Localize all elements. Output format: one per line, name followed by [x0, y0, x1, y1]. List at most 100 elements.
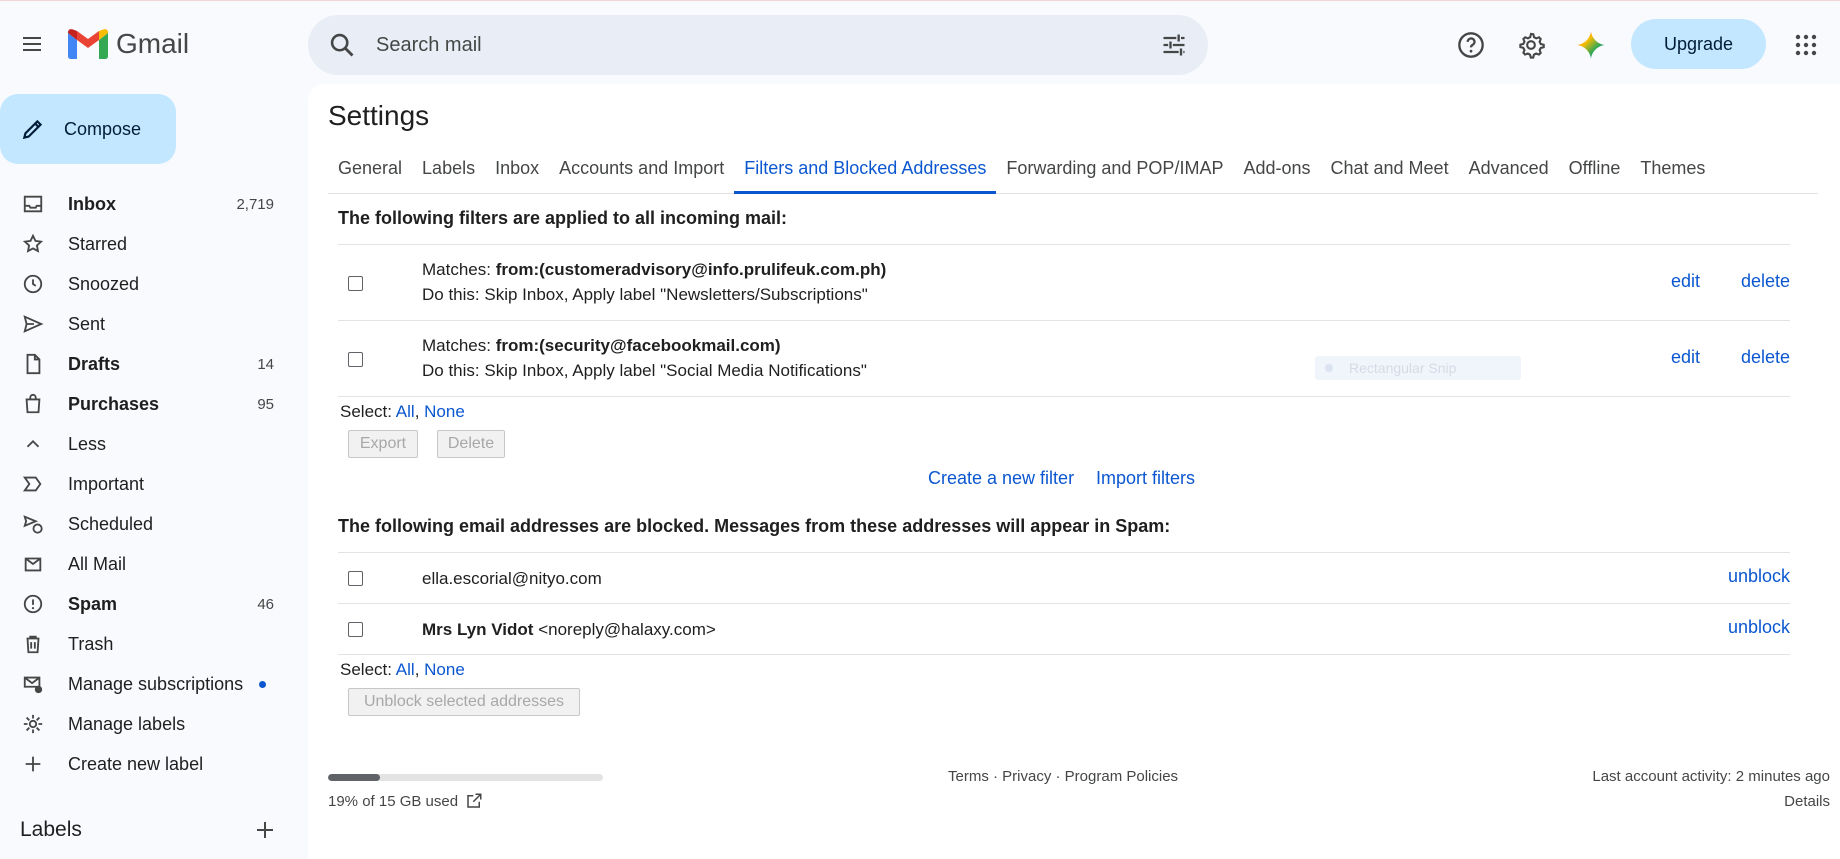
settings-gear-icon[interactable] — [1516, 30, 1546, 60]
filter-description: Matches: from:(customeradvisory@info.pru… — [422, 257, 886, 307]
select-none-link[interactable]: None — [424, 402, 465, 421]
unblock-selected-button[interactable]: Unblock selected addresses — [348, 688, 580, 716]
unblock-link[interactable]: unblock — [1728, 617, 1790, 638]
scheduled-send-icon — [23, 515, 43, 534]
select-label: Select: — [340, 660, 392, 679]
tab-accounts-and-import[interactable]: Accounts and Import — [549, 150, 734, 194]
filters-select-line: Select: All, None — [340, 402, 465, 421]
snip-label: Rectangular Snip — [1349, 360, 1457, 376]
sidebar-item-all-mail[interactable]: All Mail — [0, 544, 290, 584]
pencil-icon — [22, 119, 43, 140]
sidebar-item-spam[interactable]: Spam 46 — [0, 584, 290, 624]
tab-inbox[interactable]: Inbox — [485, 150, 549, 194]
sidebar-item-count: 95 — [257, 395, 274, 413]
filter-action: Do this: Skip Inbox, Apply label "Social… — [422, 361, 867, 380]
select-none-link[interactable]: None — [424, 660, 465, 679]
help-icon[interactable] — [1456, 30, 1486, 60]
compose-button[interactable]: Compose — [0, 94, 176, 164]
unblock-link[interactable]: unblock — [1728, 566, 1790, 587]
sidebar-item-trash[interactable]: Trash — [0, 624, 290, 664]
hamburger-icon — [23, 37, 41, 51]
sidebar-item-label: Manage subscriptions — [68, 673, 244, 694]
sidebar-item-drafts[interactable]: Drafts 14 — [0, 344, 290, 384]
gmail-logo[interactable]: Gmail — [68, 26, 189, 62]
create-filter-link[interactable]: Create a new filter — [928, 468, 1074, 489]
tab-chat-and-meet[interactable]: Chat and Meet — [1321, 150, 1459, 194]
sidebar-item-label: Sent — [68, 313, 106, 334]
sidebar-item-label: Create new label — [68, 753, 204, 774]
clock-icon — [23, 274, 43, 294]
tab-general[interactable]: General — [328, 150, 412, 194]
sidebar-item-inbox[interactable]: Inbox 2,719 — [0, 184, 290, 224]
sidebar-item-label: Manage labels — [68, 713, 186, 734]
sidebar-item-label: Inbox — [68, 193, 116, 214]
search-input[interactable] — [376, 15, 1136, 75]
open-in-new-icon[interactable] — [465, 792, 483, 810]
plus-icon — [25, 756, 41, 772]
sidebar-item-manage-subscriptions[interactable]: Manage subscriptions — [0, 664, 290, 704]
tab-add-ons[interactable]: Add-ons — [1233, 150, 1320, 194]
sidebar-item-manage-labels[interactable]: Manage labels — [0, 704, 290, 744]
sidebar-item-important[interactable]: Important — [0, 464, 290, 504]
sidebar-item-label: Snoozed — [68, 273, 140, 294]
tab-forwarding-and-pop-imap[interactable]: Forwarding and POP/IMAP — [996, 150, 1233, 194]
main-menu-button[interactable] — [14, 26, 50, 62]
filter-row: Matches: from:(security@facebookmail.com… — [338, 320, 1790, 396]
filter-checkbox[interactable] — [348, 276, 363, 291]
app-name: Gmail — [116, 28, 190, 59]
export-button[interactable]: Export — [348, 430, 418, 458]
search-options-icon[interactable] — [1160, 31, 1188, 59]
sidebar-item-label: All Mail — [68, 553, 127, 574]
blocked-checkbox[interactable] — [348, 571, 363, 586]
all-mail-icon — [24, 557, 42, 572]
edit-filter-link[interactable]: edit — [1671, 271, 1700, 292]
tab-offline[interactable]: Offline — [1559, 150, 1631, 194]
tab-themes[interactable]: Themes — [1630, 150, 1715, 194]
gmail-m-icon — [68, 29, 108, 59]
filter-checkbox[interactable] — [348, 352, 363, 367]
delete-filter-link[interactable]: delete — [1741, 271, 1790, 292]
settings-panel: Settings General Labels Inbox Accounts and … — [308, 84, 1840, 859]
details-link[interactable]: Details — [1784, 793, 1830, 810]
blocked-header: The following email addresses are blocke… — [338, 516, 1171, 536]
sidebar-item-snoozed[interactable]: Snoozed — [0, 264, 290, 304]
snip-dot-icon — [1325, 364, 1333, 372]
draft-icon — [26, 353, 41, 375]
tab-labels[interactable]: Labels — [412, 150, 485, 194]
tab-advanced[interactable]: Advanced — [1459, 150, 1559, 194]
sidebar-item-create-new-label[interactable]: Create new label — [0, 744, 290, 784]
add-label-icon[interactable] — [255, 820, 275, 840]
search-icon[interactable] — [328, 31, 356, 59]
row-divider — [338, 396, 1790, 397]
sidebar-item-label: Drafts — [68, 353, 121, 374]
star-icon — [22, 233, 44, 253]
edit-filter-link[interactable]: edit — [1671, 347, 1700, 368]
filters-header: The following filters are applied to all… — [338, 208, 788, 228]
sidebar-item-sent[interactable]: Sent — [0, 304, 290, 344]
page-title: Settings — [328, 100, 430, 131]
sidebar-item-less[interactable]: Less — [0, 424, 290, 464]
select-all-link[interactable]: All — [396, 660, 415, 679]
google-apps-icon[interactable] — [1791, 30, 1821, 60]
sidebar-item-label: Trash — [68, 633, 114, 654]
search-bar[interactable] — [308, 15, 1208, 75]
delete-filter-link[interactable]: delete — [1741, 347, 1790, 368]
sidebar-item-starred[interactable]: Starred — [0, 224, 290, 264]
footer-links[interactable]: Terms · Privacy · Program Policies — [948, 768, 1178, 785]
gemini-sparkle-icon[interactable] — [1576, 30, 1606, 60]
sidebar-item-scheduled[interactable]: Scheduled — [0, 504, 290, 544]
blocked-row: Mrs Lyn Vidot <noreply@halaxy.com> unblo… — [338, 603, 1790, 654]
send-icon — [23, 315, 44, 333]
blocked-checkbox[interactable] — [348, 622, 363, 637]
sidebar-item-count: 14 — [257, 355, 274, 373]
import-filters-link[interactable]: Import filters — [1096, 468, 1195, 489]
sidebar-item-label: Spam — [68, 593, 118, 614]
select-all-link[interactable]: All — [396, 402, 415, 421]
spam-icon — [23, 594, 43, 614]
tab-filters-and-blocked-addresses[interactable]: Filters and Blocked Addresses — [734, 150, 997, 194]
upgrade-button[interactable]: Upgrade — [1631, 19, 1766, 69]
blocked-row: ella.escorial@nityo.com unblock — [338, 552, 1790, 603]
filter-action: Do this: Skip Inbox, Apply label "Newsle… — [422, 285, 868, 304]
delete-selected-button[interactable]: Delete — [437, 430, 505, 458]
sidebar-item-purchases[interactable]: Purchases 95 — [0, 384, 290, 424]
